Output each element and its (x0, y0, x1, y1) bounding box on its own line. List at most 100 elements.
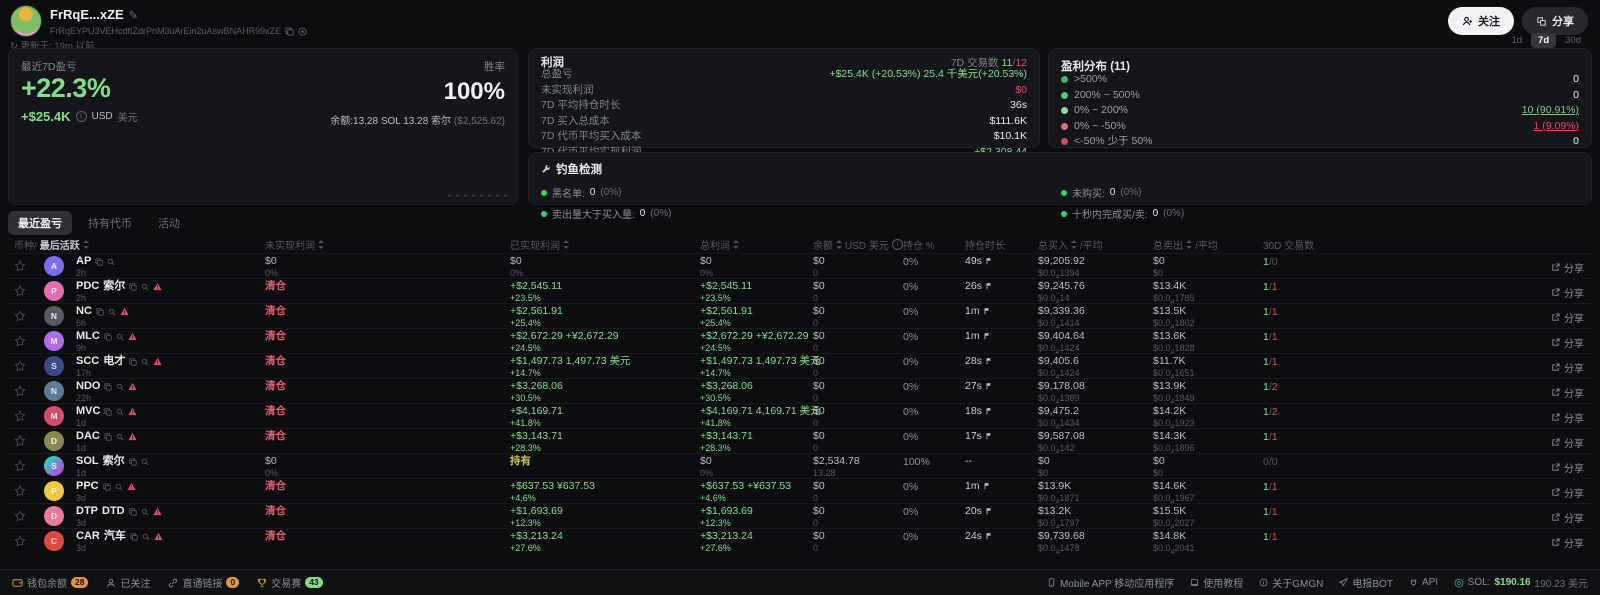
star-icon[interactable] (14, 435, 26, 447)
row-share-button[interactable]: 分享 (1551, 385, 1584, 400)
tab-持有代币[interactable]: 持有代币 (78, 211, 142, 235)
star-icon[interactable] (14, 360, 26, 372)
table-row[interactable]: S SOL 索尔 1d $0 0% 持有 $0 0% $2,534.78 13.28 100% -- $0… (8, 453, 1592, 478)
search-icon[interactable] (116, 408, 124, 416)
edit-name-icon[interactable]: ✎ (129, 10, 138, 22)
copy-ca-icon[interactable] (129, 507, 137, 516)
row-share-button[interactable]: 分享 (1551, 535, 1584, 550)
footer-item-plane[interactable]: 电报BOT (1339, 575, 1393, 590)
star-icon[interactable] (14, 485, 26, 497)
footer-item-link[interactable]: 直通链接 0 (168, 575, 240, 590)
table-row[interactable]: N NDO 22h 清仓 +$3,268.06 +30.5% +$3,268.06 +30.5… (8, 378, 1592, 406)
copy-ca-icon[interactable] (129, 357, 137, 366)
copy-ca-icon[interactable] (130, 532, 138, 541)
footer-item-user[interactable]: 已关注 (106, 575, 150, 590)
follow-button[interactable]: 关注 (1448, 7, 1514, 35)
token-name-cell[interactable]: NC 6h (76, 306, 129, 328)
token-name-cell[interactable]: PPC 3d (76, 481, 136, 503)
token-name-cell[interactable]: PDC 索尔 2h (76, 281, 162, 303)
search-icon[interactable] (116, 383, 124, 391)
table-row[interactable]: M MVC 1d 清仓 +$4,169.71 +41.8% +$4,169.71 4,169… (8, 403, 1592, 431)
table-row[interactable]: P PDC 索尔 2h 清仓 +$2,545.11 +23.5% +$2,545.11 +23.… (8, 278, 1592, 306)
col-unrealized[interactable]: 未实现利润 (265, 237, 324, 252)
tab-最近盈亏[interactable]: 最近盈亏 (8, 211, 72, 235)
range-7d[interactable]: 7d (1531, 33, 1557, 48)
qr-address-icon[interactable] (298, 26, 307, 36)
col-token[interactable]: 币种/最后活跃 (14, 237, 89, 252)
token-name-cell[interactable]: MLC 9h (76, 331, 137, 353)
search-icon[interactable] (116, 333, 124, 341)
token-name-cell[interactable]: DAC 1d (76, 431, 137, 453)
search-icon[interactable] (116, 433, 124, 441)
col-balance[interactable]: 余额 USD 美元 i (813, 237, 903, 252)
star-icon[interactable] (14, 285, 26, 297)
token-name-cell[interactable]: DTP DTD 3d (76, 506, 162, 528)
token-name-cell[interactable]: NDO 22h (76, 381, 138, 403)
copy-ca-icon[interactable] (104, 332, 112, 341)
carousel-dot[interactable] (456, 194, 459, 197)
row-share-button[interactable]: 分享 (1551, 260, 1584, 275)
star-icon[interactable] (14, 310, 26, 322)
footer-item-book[interactable]: 使用教程 (1190, 575, 1243, 590)
sol-price-ticker[interactable]: ◎ SOL: $190.16 190.23 美元 (1454, 575, 1588, 590)
table-row[interactable]: D DTP DTD 3d 清仓 +$1,693.69 +12.3% +$1,693.69 +12… (8, 503, 1592, 531)
search-icon[interactable] (115, 483, 123, 491)
star-icon[interactable] (14, 510, 26, 522)
col-buy[interactable]: 总买入/平均 (1038, 237, 1103, 252)
copy-ca-icon[interactable] (95, 257, 103, 266)
search-icon[interactable] (108, 308, 116, 316)
carousel-dot[interactable] (480, 194, 483, 197)
copy-ca-icon[interactable] (103, 482, 111, 491)
footer-item-info[interactable]: 关于GMGN (1259, 575, 1323, 590)
row-share-button[interactable]: 分享 (1551, 360, 1584, 375)
row-share-button[interactable]: 分享 (1551, 285, 1584, 300)
copy-ca-icon[interactable] (96, 307, 104, 316)
carousel-dot[interactable] (448, 194, 451, 197)
star-icon[interactable] (14, 335, 26, 347)
carousel-dot[interactable] (488, 194, 491, 197)
row-share-button[interactable]: 分享 (1551, 410, 1584, 425)
col-total[interactable]: 总利润 (700, 237, 739, 252)
carousel-dot[interactable] (496, 194, 499, 197)
search-icon[interactable] (107, 258, 115, 266)
star-icon[interactable] (14, 385, 26, 397)
carousel-dot[interactable] (464, 194, 467, 197)
token-name-cell[interactable]: SOL 索尔 1d (76, 456, 149, 478)
copy-ca-icon[interactable] (104, 382, 113, 391)
range-30d[interactable]: 30d (1558, 33, 1588, 48)
table-row[interactable]: P PPC 3d 清仓 +$637.53 ¥637.53 +4.6% +$637.53 +¥… (8, 478, 1592, 506)
footer-item-plug[interactable]: API (1409, 577, 1438, 588)
row-share-button[interactable]: 分享 (1551, 310, 1584, 325)
carousel-dots[interactable] (448, 194, 507, 197)
tab-活动[interactable]: 活动 (148, 211, 190, 235)
table-row[interactable]: M MLC 9h 清仓 +$2,672.29 +¥2,672.29 +24.5% +$2,6… (8, 328, 1592, 356)
search-icon[interactable] (142, 533, 150, 541)
search-icon[interactable] (141, 358, 149, 366)
token-name-cell[interactable]: SCC 电才 17h (76, 356, 162, 378)
copy-address-icon[interactable] (285, 26, 294, 36)
table-row[interactable]: C CAR 汽车 3d 清仓 +$3,213.24 +27.6% +$3,213.24 +27.… (8, 528, 1592, 556)
copy-ca-icon[interactable] (104, 432, 112, 441)
row-share-button[interactable]: 分享 (1551, 335, 1584, 350)
share-button[interactable]: 分享 (1522, 7, 1588, 35)
row-share-button[interactable]: 分享 (1551, 460, 1584, 475)
col-sell[interactable]: 总卖出/平均 (1153, 237, 1218, 252)
star-icon[interactable] (14, 260, 26, 272)
table-row[interactable]: N NC 6h 清仓 +$2,561.91 +25.4% +$2,561.91 +25.4% $… (8, 303, 1592, 331)
search-icon[interactable] (141, 458, 149, 466)
table-row[interactable]: A AP 2h $0 0% $0 0% $0 0% $0 0 0% 49s $9,205.92 $0.041… (8, 253, 1592, 281)
row-share-button[interactable]: 分享 (1551, 485, 1584, 500)
star-icon[interactable] (14, 410, 26, 422)
distribution-value[interactable]: 1 (9.09%) (1533, 120, 1579, 132)
info-icon[interactable]: i (75, 111, 87, 122)
copy-ca-icon[interactable] (104, 407, 113, 416)
token-name-cell[interactable]: MVC 1d (76, 406, 138, 428)
carousel-dot[interactable] (504, 194, 507, 197)
carousel-dot[interactable] (472, 194, 475, 197)
footer-item-phone[interactable]: Mobile APP 移动应用程序 (1047, 575, 1174, 590)
row-share-button[interactable]: 分享 (1551, 435, 1584, 450)
footer-item-wallet[interactable]: 钱包余额 28 (12, 575, 89, 590)
col-realized[interactable]: 已实现利润 (510, 237, 569, 252)
search-icon[interactable] (141, 283, 149, 291)
token-name-cell[interactable]: CAR 汽车 3d (76, 531, 163, 553)
